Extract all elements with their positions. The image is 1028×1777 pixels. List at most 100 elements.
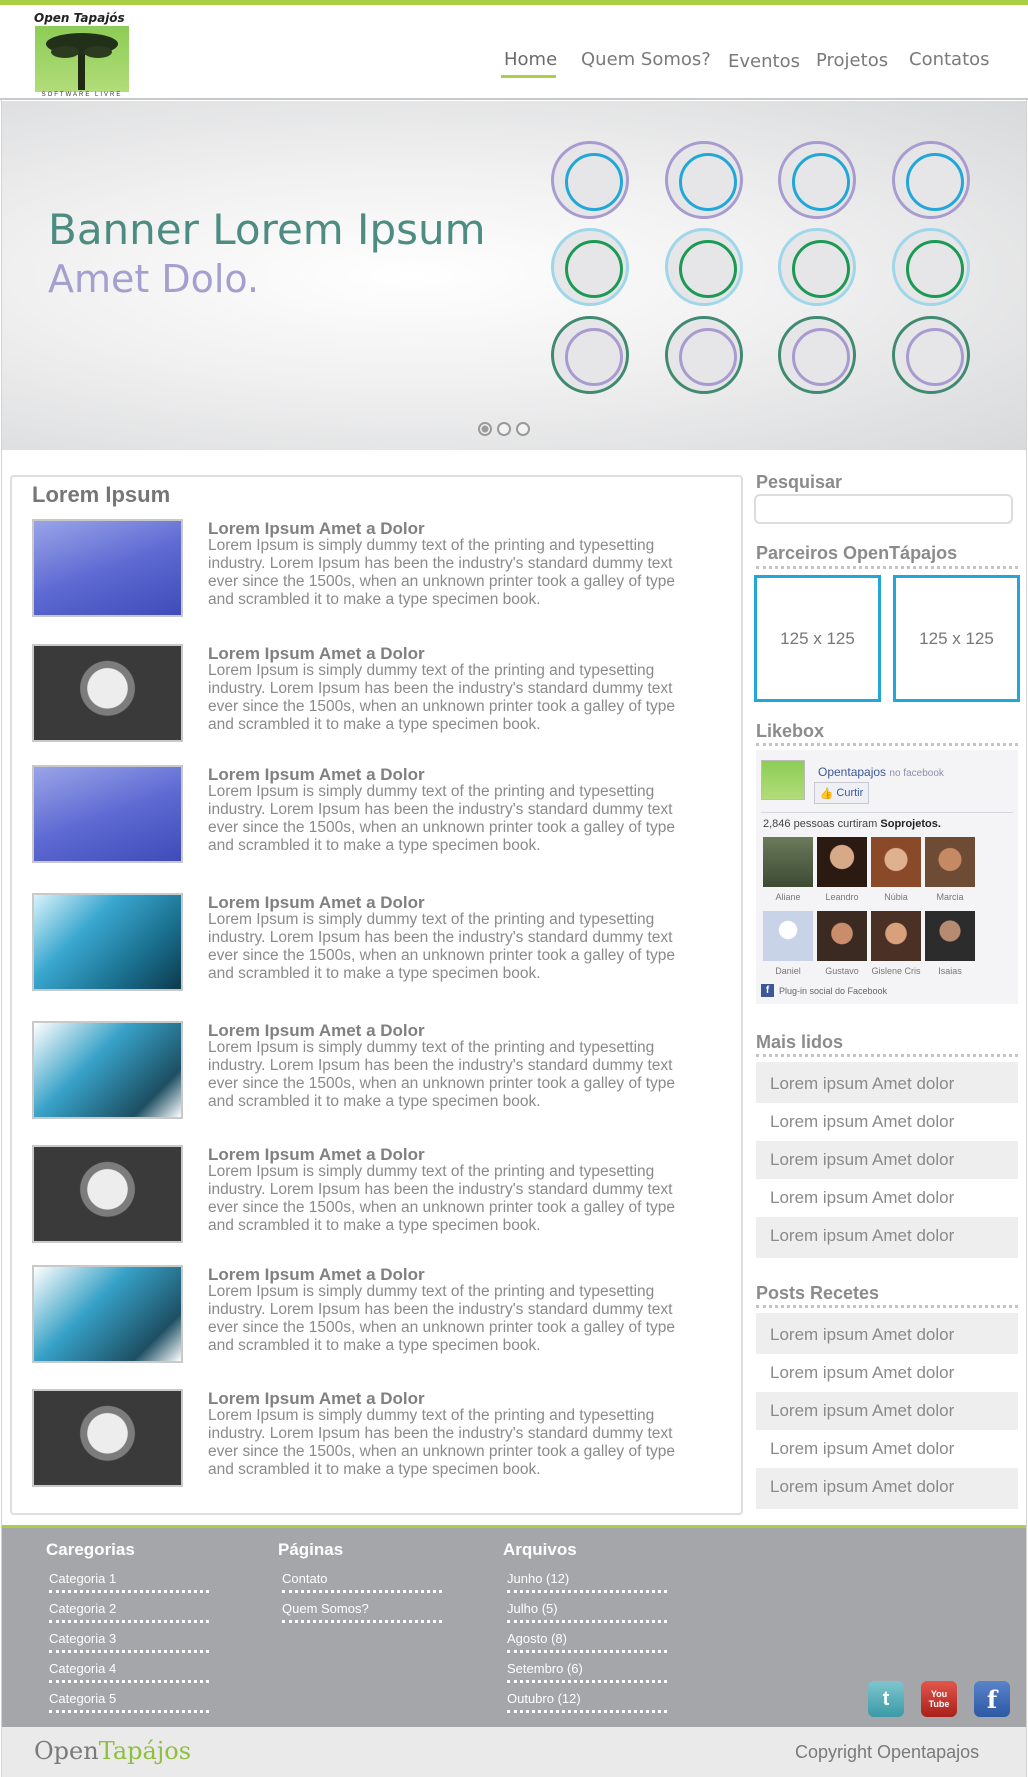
most-read-list: Lorem ipsum Amet dolor Lorem ipsum Amet …	[756, 1062, 1018, 1258]
footer-link[interactable]: Junho (12)	[507, 1571, 569, 1586]
youtube-icon[interactable]: You Tube	[921, 1681, 957, 1717]
search-input[interactable]	[754, 494, 1013, 524]
post-thumbnail[interactable]	[32, 519, 183, 617]
list-item[interactable]: Lorem ipsum Amet dolor	[756, 1354, 1018, 1392]
post-thumbnail[interactable]	[32, 1265, 183, 1363]
site-header: Open Tapajós SOFTWARE LIVRE Home Quem So…	[0, 5, 1028, 100]
footer-link[interactable]: Contato	[282, 1571, 328, 1586]
footer-archives-heading: Arquivos	[503, 1540, 577, 1559]
list-item[interactable]: Lorem ipsum Amet dolor	[756, 1468, 1018, 1506]
slider-dot-active[interactable]	[478, 422, 492, 436]
fan-name[interactable]: Núbia	[869, 892, 923, 902]
post-item[interactable]: Lorem Ipsum Amet a Dolor Lorem Ipsum is …	[32, 765, 732, 865]
list-item[interactable]: Lorem ipsum Amet dolor	[756, 1141, 1018, 1179]
fan-avatar[interactable]	[925, 911, 975, 961]
nav-quem-somos[interactable]: Quem Somos?	[581, 49, 711, 70]
post-title[interactable]: Lorem Ipsum Amet a Dolor	[208, 765, 425, 785]
fan-name[interactable]: Daniel	[761, 966, 815, 976]
post-item[interactable]: Lorem Ipsum Amet a Dolor Lorem Ipsum is …	[32, 644, 732, 744]
post-title[interactable]: Lorem Ipsum Amet a Dolor	[208, 893, 425, 913]
circle-decoration	[892, 228, 970, 306]
fan-avatar[interactable]	[817, 911, 867, 961]
dotted-divider	[507, 1590, 667, 1593]
partner-ad-slot[interactable]: 125 x 125	[893, 575, 1020, 702]
post-thumbnail[interactable]	[32, 893, 183, 991]
nav-home[interactable]: Home	[504, 49, 557, 70]
footer-link[interactable]: Setembro (6)	[507, 1661, 583, 1676]
fan-avatar[interactable]	[871, 911, 921, 961]
like-button[interactable]: 👍 Curtir	[814, 782, 869, 804]
post-title[interactable]: Lorem Ipsum Amet a Dolor	[208, 1145, 425, 1165]
partner-ad-slot[interactable]: 125 x 125	[754, 575, 881, 702]
facebook-page-link[interactable]: Opentapajos no facebook	[818, 765, 944, 779]
list-item[interactable]: Lorem ipsum Amet dolor	[756, 1065, 1018, 1103]
post-thumbnail[interactable]	[32, 1145, 183, 1243]
dotted-divider	[282, 1590, 442, 1593]
footer-link[interactable]: Agosto (8)	[507, 1631, 567, 1646]
main-content: Lorem Ipsum Lorem Ipsum Amet a Dolor Lor…	[10, 475, 743, 1515]
nav-eventos[interactable]: Eventos	[728, 51, 800, 72]
fan-avatar[interactable]	[871, 837, 921, 887]
fan-name[interactable]: Marcia	[923, 892, 977, 902]
list-item[interactable]: Lorem ipsum Amet dolor	[756, 1430, 1018, 1468]
fan-name[interactable]: Leandro	[815, 892, 869, 902]
post-item[interactable]: Lorem Ipsum Amet a Dolor Lorem Ipsum is …	[32, 1389, 732, 1489]
dotted-divider	[49, 1680, 209, 1683]
copyright-text: Copyright Opentapajos	[795, 1742, 980, 1762]
nav-projetos[interactable]: Projetos	[816, 50, 888, 71]
nav-contatos[interactable]: Contatos	[909, 49, 990, 70]
footer-link[interactable]: Outubro (12)	[507, 1691, 581, 1706]
footer-link[interactable]: Categoria 1	[49, 1571, 116, 1586]
footer-link[interactable]: Categoria 3	[49, 1631, 116, 1646]
fan-avatar[interactable]	[817, 837, 867, 887]
post-thumbnail[interactable]	[32, 765, 183, 863]
footer-brand[interactable]: OpenTapájos	[34, 1737, 191, 1765]
post-title[interactable]: Lorem Ipsum Amet a Dolor	[208, 1265, 425, 1285]
post-item[interactable]: Lorem Ipsum Amet a Dolor Lorem Ipsum is …	[32, 1265, 732, 1365]
fan-name[interactable]: Gislene Cris	[869, 966, 923, 976]
fan-name[interactable]: Isaias	[923, 966, 977, 976]
plugin-footer[interactable]: f Plug-in social do Facebook	[761, 984, 887, 997]
site-logo[interactable]: Open Tapajós SOFTWARE LIVRE	[34, 11, 130, 101]
fan-avatar[interactable]	[763, 911, 813, 961]
footer-link[interactable]: Categoria 5	[49, 1691, 116, 1706]
footer-link[interactable]: Categoria 2	[49, 1601, 116, 1616]
dotted-divider	[507, 1650, 667, 1653]
footer-link[interactable]: Julho (5)	[507, 1601, 558, 1616]
dotted-divider	[507, 1620, 667, 1623]
slider-dot[interactable]	[497, 422, 511, 436]
dotted-divider	[756, 1054, 1018, 1057]
post-item[interactable]: Lorem Ipsum Amet a Dolor Lorem Ipsum is …	[32, 519, 732, 619]
post-thumbnail[interactable]	[32, 1021, 183, 1119]
post-title[interactable]: Lorem Ipsum Amet a Dolor	[208, 1389, 425, 1409]
post-item[interactable]: Lorem Ipsum Amet a Dolor Lorem Ipsum is …	[32, 893, 732, 993]
post-item[interactable]: Lorem Ipsum Amet a Dolor Lorem Ipsum is …	[32, 1021, 732, 1121]
post-thumbnail[interactable]	[32, 1389, 183, 1487]
fan-avatar[interactable]	[763, 837, 813, 887]
slider-dot[interactable]	[516, 422, 530, 436]
footer-link[interactable]: Quem Somos?	[282, 1601, 369, 1616]
post-title[interactable]: Lorem Ipsum Amet a Dolor	[208, 1021, 425, 1041]
list-item[interactable]: Lorem ipsum Amet dolor	[756, 1392, 1018, 1430]
list-item[interactable]: Lorem ipsum Amet dolor	[756, 1179, 1018, 1217]
facebook-icon[interactable]: f	[974, 1681, 1010, 1717]
footer-link[interactable]: Categoria 4	[49, 1661, 116, 1676]
dotted-divider	[756, 1305, 1018, 1308]
list-item[interactable]: Lorem ipsum Amet dolor	[756, 1103, 1018, 1141]
dotted-divider	[282, 1620, 442, 1623]
post-thumbnail[interactable]	[32, 644, 183, 742]
circle-decoration	[778, 228, 856, 306]
post-title[interactable]: Lorem Ipsum Amet a Dolor	[208, 644, 425, 664]
fan-name[interactable]: Gustavo	[815, 966, 869, 976]
circle-decoration	[892, 316, 970, 394]
twitter-icon[interactable]: t	[868, 1681, 904, 1717]
post-item[interactable]: Lorem Ipsum Amet a Dolor Lorem Ipsum is …	[32, 1145, 732, 1245]
page-avatar[interactable]	[761, 760, 805, 800]
fan-avatar[interactable]	[925, 837, 975, 887]
list-item[interactable]: Lorem ipsum Amet dolor	[756, 1316, 1018, 1354]
fan-name[interactable]: Aliane	[761, 892, 815, 902]
post-title[interactable]: Lorem Ipsum Amet a Dolor	[208, 519, 425, 539]
post-excerpt: Lorem Ipsum is simply dummy text of the …	[208, 1283, 676, 1354]
bottom-bar: OpenTapájos Copyright Opentapajos	[2, 1727, 1026, 1777]
list-item[interactable]: Lorem ipsum Amet dolor	[756, 1217, 1018, 1255]
